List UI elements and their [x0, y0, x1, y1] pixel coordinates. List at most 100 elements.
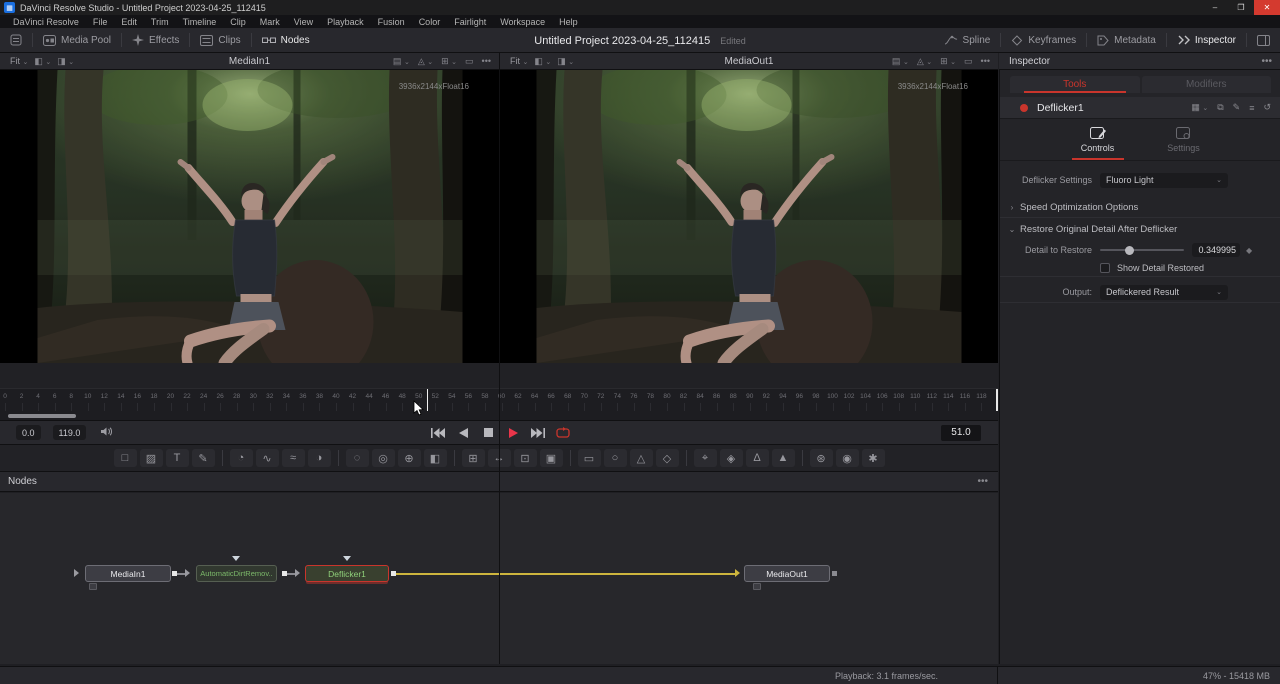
output-dropdown[interactable]: Deflickered Result ⌄	[1100, 285, 1228, 300]
edit-icon[interactable]: ✎	[1233, 102, 1241, 113]
transform-icon[interactable]: ⊞	[462, 449, 485, 467]
node-deflicker1[interactable]: Deflicker1	[305, 565, 389, 582]
color-icon[interactable]: ◬ ⌄	[418, 56, 433, 67]
luma-keyer-icon[interactable]: ▲	[772, 449, 795, 467]
background-icon[interactable]: □	[114, 449, 137, 467]
deflicker-settings-dropdown[interactable]: Fluoro Light ⌄	[1100, 173, 1228, 188]
dissolve-icon[interactable]: ◧	[424, 449, 447, 467]
ab-buffer-icon[interactable]: ◧ ⌄	[34, 56, 51, 67]
menu-view[interactable]: View	[287, 17, 320, 27]
fastnoise-icon[interactable]: ▨	[140, 449, 163, 467]
inspector-options-icon[interactable]: •••	[1261, 56, 1280, 67]
polygon-mask-icon[interactable]: △	[630, 449, 653, 467]
menu-fairlight[interactable]: Fairlight	[447, 17, 493, 27]
keyframe-icon[interactable]: ◆	[1246, 246, 1252, 255]
menu-trim[interactable]: Trim	[144, 17, 176, 27]
media-pool-button[interactable]: Media Pool	[33, 28, 121, 53]
zoom-level-dropdown[interactable]: Fit ⌄	[510, 56, 528, 66]
node-mediain1[interactable]: MediaIn1	[85, 565, 171, 582]
play-button[interactable]	[505, 426, 521, 440]
list-icon[interactable]: ≡	[1249, 103, 1254, 113]
section-restore-detail[interactable]: ⌄ Restore Original Detail After Deflicke…	[1000, 219, 1280, 239]
crop-icon[interactable]: ⊡	[514, 449, 537, 467]
keyframes-button[interactable]: Keyframes	[1001, 28, 1086, 53]
current-frame-field[interactable]: 51.0	[941, 425, 981, 441]
detail-to-restore-slider[interactable]	[1100, 249, 1184, 251]
subtab-controls[interactable]: Controls	[1068, 119, 1128, 160]
show-detail-restored-checkbox[interactable]	[1100, 263, 1110, 273]
timeline-scrollbar[interactable]	[8, 414, 76, 418]
node-automaticdirtremoval[interactable]: AutomaticDirtRemov..	[196, 565, 277, 582]
guides-icon[interactable]: ⊞ ⌄	[940, 56, 956, 67]
menu-davinci-resolve[interactable]: DaVinci Resolve	[6, 17, 86, 27]
menu-timeline[interactable]: Timeline	[176, 17, 224, 27]
zoom-level-dropdown[interactable]: Fit ⌄	[10, 56, 28, 66]
brightness-contrast-icon[interactable]: ◑	[308, 449, 331, 467]
effects-button[interactable]: Effects	[122, 28, 189, 53]
minimize-button[interactable]: –	[1202, 0, 1228, 15]
slider-handle[interactable]	[1125, 246, 1134, 255]
roi-icon[interactable]: ▭	[465, 56, 474, 67]
menu-edit[interactable]: Edit	[114, 17, 144, 27]
inspector-button[interactable]: Inspector	[1167, 28, 1246, 53]
paint-icon[interactable]: ✎	[192, 449, 215, 467]
viewer-left[interactable]: 3936x2144xFloat16	[0, 70, 499, 363]
nodes-button[interactable]: Nodes	[252, 28, 320, 53]
blur-icon[interactable]: ◌	[346, 449, 369, 467]
play-reverse-button[interactable]	[455, 426, 471, 440]
loop-button[interactable]	[555, 426, 571, 440]
layout-button[interactable]	[1247, 28, 1280, 53]
ab-buffer-icon[interactable]: ◧ ⌄	[534, 56, 551, 67]
rectangle-mask-icon[interactable]: ▭	[578, 449, 601, 467]
metadata-button[interactable]: Metadata	[1087, 28, 1166, 53]
playhead[interactable]	[427, 389, 428, 411]
menu-workspace[interactable]: Workspace	[493, 17, 552, 27]
text-icon[interactable]: T	[166, 449, 189, 467]
versions-icon[interactable]: ▦ ⌄	[1191, 102, 1208, 113]
particle-emitter-icon[interactable]: ✱	[862, 449, 885, 467]
spline-button[interactable]: Spline	[934, 28, 1001, 53]
node-enable-toggle[interactable]	[1020, 104, 1028, 112]
node-mediaout1[interactable]: MediaOut1	[744, 565, 830, 582]
roi-icon[interactable]: ▭	[964, 56, 973, 67]
go-to-last-frame-button[interactable]	[530, 426, 546, 440]
dve-icon[interactable]: ▣	[540, 449, 563, 467]
ellipse-mask-icon[interactable]: ○	[604, 449, 627, 467]
tab-modifiers[interactable]: Modifiers	[1142, 76, 1272, 93]
glow-icon[interactable]: ◎	[372, 449, 395, 467]
menu-playback[interactable]: Playback	[320, 17, 371, 27]
detail-to-restore-value[interactable]: 0.349995	[1192, 243, 1240, 257]
audio-mute-button[interactable]	[100, 424, 113, 442]
range-end-field[interactable]: 119.0	[53, 425, 87, 440]
lut-icon[interactable]: ▤ ⌄	[393, 56, 410, 67]
menu-help[interactable]: Help	[552, 17, 585, 27]
menu-fusion[interactable]: Fusion	[371, 17, 412, 27]
maximize-button[interactable]: ❐	[1228, 0, 1254, 15]
stop-button[interactable]	[480, 426, 496, 440]
tracker-icon[interactable]: ⌖	[694, 449, 717, 467]
section-speed-optimization[interactable]: › Speed Optimization Options	[1000, 198, 1280, 218]
channel-view-icon[interactable]: ◨ ⌄	[557, 56, 574, 67]
page-menu-button[interactable]	[0, 28, 32, 53]
subtab-settings[interactable]: Settings	[1154, 119, 1214, 160]
tab-tools[interactable]: Tools	[1010, 76, 1140, 93]
menu-mark[interactable]: Mark	[253, 17, 287, 27]
viewer-right[interactable]: 3936x2144xFloat16	[500, 70, 998, 363]
go-to-first-frame-button[interactable]	[430, 426, 446, 440]
range-start-field[interactable]: 0.0	[16, 425, 41, 440]
lut-icon[interactable]: ▤ ⌄	[892, 56, 909, 67]
color-corrector-icon[interactable]: ◔	[230, 449, 253, 467]
menu-file[interactable]: File	[86, 17, 115, 27]
viewer-options-icon[interactable]: •••	[482, 56, 491, 66]
camera-3d-icon[interactable]: ◉	[836, 449, 859, 467]
menu-clip[interactable]: Clip	[223, 17, 253, 27]
output-socket[interactable]	[832, 571, 837, 576]
delta-keyer-icon[interactable]: Δ	[746, 449, 769, 467]
merge-3d-icon[interactable]: ⊛	[810, 449, 833, 467]
channel-view-icon[interactable]: ◨ ⌄	[57, 56, 74, 67]
merge-icon[interactable]: ⊕	[398, 449, 421, 467]
guides-icon[interactable]: ⊞ ⌄	[441, 56, 457, 67]
nodes-options-icon[interactable]: •••	[977, 476, 998, 487]
planar-tracker-icon[interactable]: ◈	[720, 449, 743, 467]
color-curves-icon[interactable]: ∿	[256, 449, 279, 467]
